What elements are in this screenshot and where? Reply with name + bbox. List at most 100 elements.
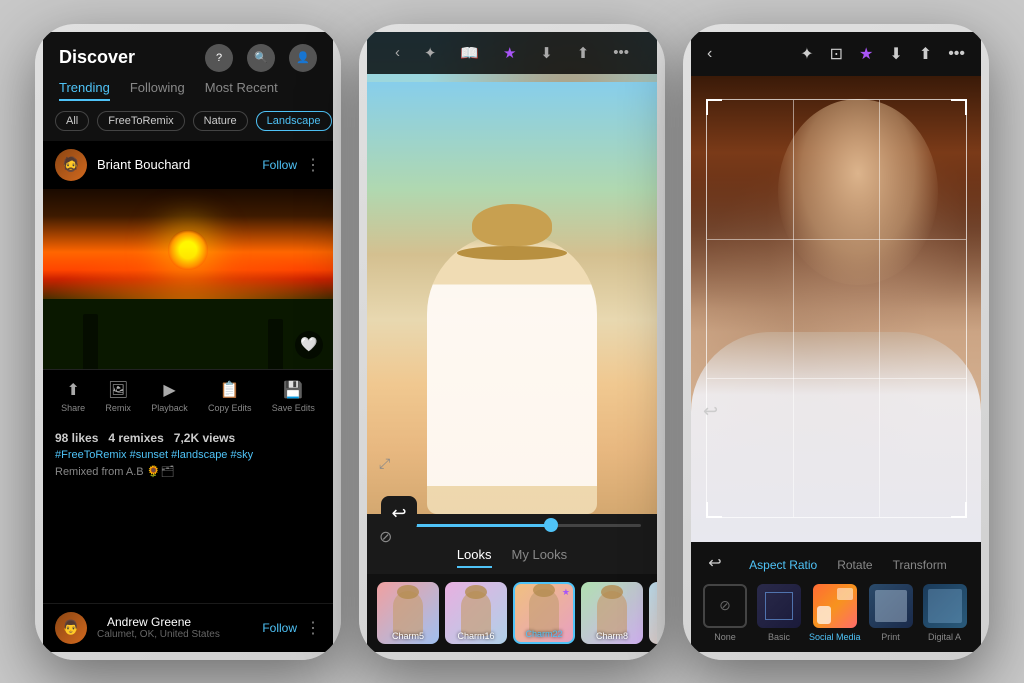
- tab-looks[interactable]: Looks: [457, 547, 492, 568]
- magic-wand-icon[interactable]: ✦: [424, 44, 437, 62]
- remix-action[interactable]: 🖼 Remix: [105, 380, 131, 413]
- ratio-none-thumb: ⊘: [703, 584, 747, 628]
- basic-frame: [765, 592, 793, 620]
- tab-transform[interactable]: Transform: [887, 558, 953, 572]
- magic-wand-icon-p3[interactable]: ✦: [800, 44, 813, 64]
- filter-landscape[interactable]: Landscape: [256, 111, 332, 131]
- star-icon-p3[interactable]: ★: [859, 44, 873, 64]
- phone3-bottom: ↩ Aspect Ratio Rotate Transform ⊘ None: [691, 542, 981, 652]
- phones-container: Discover ? 🔍 👤 Trending Following Most R…: [15, 4, 1009, 680]
- tab-rotate[interactable]: Rotate: [831, 558, 878, 572]
- more-icon-p3[interactable]: •••: [948, 45, 965, 63]
- save-edits-label: Save Edits: [272, 403, 315, 413]
- undo-button[interactable]: ↩: [381, 496, 417, 532]
- hat-brim: [457, 246, 567, 260]
- back-icon[interactable]: ‹: [395, 44, 400, 61]
- phone1-screen: Discover ? 🔍 👤 Trending Following Most R…: [43, 32, 333, 652]
- copy-edits-icon: 📋: [220, 380, 240, 400]
- like-button[interactable]: 🤍: [295, 331, 323, 359]
- none-slash-icon: ⊘: [719, 597, 731, 614]
- ratio-digital-a[interactable]: Digital A: [921, 584, 969, 642]
- ratio-none[interactable]: ⊘ None: [701, 584, 749, 642]
- look-charm22-label: Charm22: [515, 629, 573, 639]
- crop-grid[interactable]: [706, 99, 967, 518]
- stats-text: 98 likes 4 remixes 7,2K views: [55, 431, 321, 445]
- follow-button[interactable]: Follow: [262, 158, 297, 172]
- tab-aspect-ratio[interactable]: Aspect Ratio: [743, 558, 823, 572]
- user-name: Briant Bouchard: [97, 157, 262, 172]
- user-avatar[interactable]: 🧔: [55, 149, 87, 181]
- share-action[interactable]: ⬆ Share: [61, 380, 85, 413]
- follow-button-2[interactable]: Follow: [262, 621, 297, 635]
- share-icon-p3[interactable]: ⬆: [919, 44, 932, 64]
- post-actions: ⬆ Share 🖼 Remix ▶ Playback 📋 Copy Edits …: [43, 369, 333, 423]
- more-options-icon[interactable]: ⋮: [305, 155, 321, 175]
- crop-corner-bl[interactable]: [706, 502, 722, 518]
- photo-area: [367, 32, 657, 514]
- expand-icon[interactable]: ⤢: [379, 455, 390, 472]
- back-icon-p3[interactable]: ‹: [707, 45, 712, 63]
- remixes-count: 4 remixes: [108, 431, 163, 445]
- undo-text-icon[interactable]: ↩: [703, 553, 727, 573]
- woman-body: [427, 234, 597, 514]
- grid-line-h2: [707, 378, 966, 379]
- tab-most-recent[interactable]: Most Recent: [205, 80, 278, 101]
- crop-icon[interactable]: ⊡: [830, 44, 843, 64]
- share-icon[interactable]: ⬆: [577, 44, 590, 62]
- save-edits-icon: 💾: [283, 380, 303, 400]
- filter-nature[interactable]: Nature: [193, 111, 248, 131]
- slider-thumb[interactable]: [544, 518, 558, 532]
- book-icon[interactable]: 📖: [460, 44, 479, 62]
- profile-avatar[interactable]: 👤: [289, 44, 317, 72]
- remixed-from: Remixed from A.B 🌻🗂: [55, 465, 321, 478]
- phone1-tabs: Trending Following Most Recent: [43, 80, 333, 111]
- look-charm22[interactable]: ★ Charm22: [513, 582, 575, 644]
- ratio-print[interactable]: Print: [867, 584, 915, 642]
- post-image: 🤍: [43, 189, 333, 369]
- p3-toolbar-icons: ✦ ⊡ ★ ⬇ ⬆ •••: [800, 44, 965, 64]
- filter-chips: All FreeToRemix Nature Landscape Travel: [43, 111, 333, 141]
- crop-corner-tl[interactable]: [706, 99, 722, 115]
- ratio-digital-thumb: [923, 584, 967, 628]
- ratio-social-thumb: [813, 584, 857, 628]
- social-phone-icon: [817, 606, 831, 624]
- digital-frame: [928, 589, 962, 623]
- search-icon[interactable]: 🔍: [247, 44, 275, 72]
- crop-corner-br[interactable]: [951, 502, 967, 518]
- filter-freetoremix[interactable]: FreeToRemix: [97, 111, 184, 131]
- look-charm5[interactable]: Charm5: [377, 582, 439, 644]
- tab-my-looks[interactable]: My Looks: [512, 547, 568, 568]
- undo-icon-p3[interactable]: ↩: [703, 401, 718, 422]
- star-icon[interactable]: ★: [503, 44, 516, 62]
- tree-right: [268, 319, 283, 369]
- crop-corner-tr[interactable]: [951, 99, 967, 115]
- tab-following[interactable]: Following: [130, 80, 185, 101]
- download-icon-p3[interactable]: ⬇: [889, 44, 902, 64]
- ratio-basic[interactable]: Basic: [755, 584, 803, 642]
- more-icon[interactable]: •••: [613, 44, 629, 61]
- copy-edits-action[interactable]: 📋 Copy Edits: [208, 380, 252, 413]
- user2-avatar[interactable]: 👨: [55, 612, 87, 644]
- look-charm-last[interactable]: Charm: [649, 582, 657, 644]
- copy-edits-label: Copy Edits: [208, 403, 252, 413]
- phone3: ‹ ✦ ⊡ ★ ⬇ ⬆ •••: [683, 24, 989, 660]
- look-charm16[interactable]: Charm16: [445, 582, 507, 644]
- download-icon[interactable]: ⬇: [540, 44, 553, 62]
- ratio-print-label: Print: [881, 632, 900, 642]
- ratio-social-media[interactable]: Social Media: [809, 584, 861, 642]
- p3-bottom-tabs: Aspect Ratio Rotate Transform: [727, 548, 969, 578]
- ratio-basic-label: Basic: [768, 632, 790, 642]
- filter-all[interactable]: All: [55, 111, 89, 131]
- phone2-toolbar: ‹ ✦ 📖 ★ ⬇ ⬆ •••: [367, 32, 657, 74]
- playback-action[interactable]: ▶ Playback: [151, 380, 188, 413]
- look-charm8-label: Charm8: [581, 631, 643, 641]
- more-options-icon-2[interactable]: ⋮: [305, 618, 321, 638]
- playback-icon: ▶: [163, 380, 175, 400]
- remix-label: Remix: [105, 403, 131, 413]
- save-edits-action[interactable]: 💾 Save Edits: [272, 380, 315, 413]
- share-icon: ⬆: [66, 380, 79, 400]
- tab-trending[interactable]: Trending: [59, 80, 110, 101]
- help-icon[interactable]: ?: [205, 44, 233, 72]
- look-charm8[interactable]: Charm8: [581, 582, 643, 644]
- hashtags[interactable]: #FreeToRemix #sunset #landscape #sky: [55, 449, 321, 461]
